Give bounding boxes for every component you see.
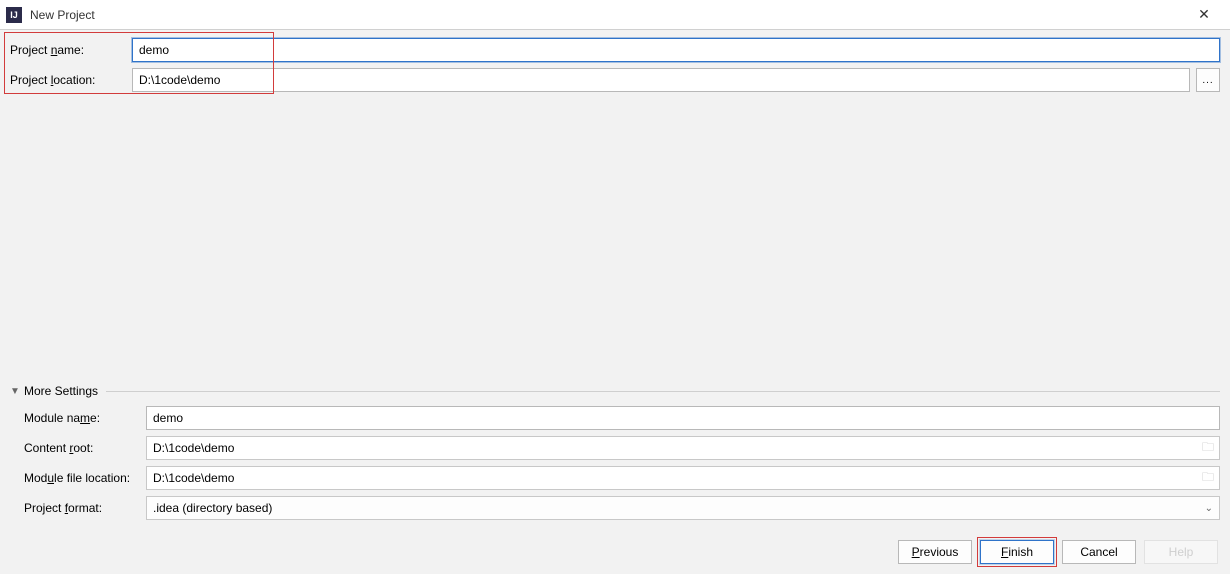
app-icon: IJ: [6, 7, 22, 23]
chevron-down-icon: ⌄: [1205, 503, 1213, 514]
more-settings-toggle[interactable]: ▼ More Settings: [10, 384, 1220, 398]
window-title: New Project: [30, 8, 1182, 22]
content-root-input[interactable]: [146, 436, 1220, 460]
separator-line: [106, 391, 1220, 392]
folder-icon[interactable]: 🗀: [1202, 438, 1214, 459]
close-icon[interactable]: ✕: [1182, 1, 1226, 29]
finish-button[interactable]: Finish: [980, 540, 1054, 564]
previous-button[interactable]: Previous: [898, 540, 972, 564]
project-format-select[interactable]: .idea (directory based) ⌄: [146, 496, 1220, 520]
project-format-label: Project format:: [10, 501, 146, 515]
project-location-input[interactable]: [132, 68, 1190, 92]
folder-icon[interactable]: 🗀: [1202, 468, 1214, 489]
module-file-location-label: Module file location:: [10, 471, 146, 485]
module-name-label: Module name:: [10, 411, 146, 425]
chevron-down-icon: ▼: [10, 386, 24, 397]
help-button[interactable]: Help: [1144, 540, 1218, 564]
module-file-location-input[interactable]: [146, 466, 1220, 490]
project-name-input[interactable]: [132, 38, 1220, 62]
project-name-label: Project name:: [10, 43, 132, 57]
dialog-content: Project name: Project location: ... ▼ Mo…: [0, 30, 1230, 574]
dialog-footer: Previous Finish Cancel Help: [10, 540, 1220, 564]
more-settings-label: More Settings: [24, 384, 98, 398]
project-location-label: Project location:: [10, 73, 132, 87]
title-bar: IJ New Project ✕: [0, 0, 1230, 30]
project-format-value: .idea (directory based): [153, 501, 272, 515]
content-root-label: Content root:: [10, 441, 146, 455]
content-spacer: [10, 98, 1220, 384]
module-name-input[interactable]: [146, 406, 1220, 430]
cancel-button[interactable]: Cancel: [1062, 540, 1136, 564]
browse-button[interactable]: ...: [1196, 68, 1220, 92]
